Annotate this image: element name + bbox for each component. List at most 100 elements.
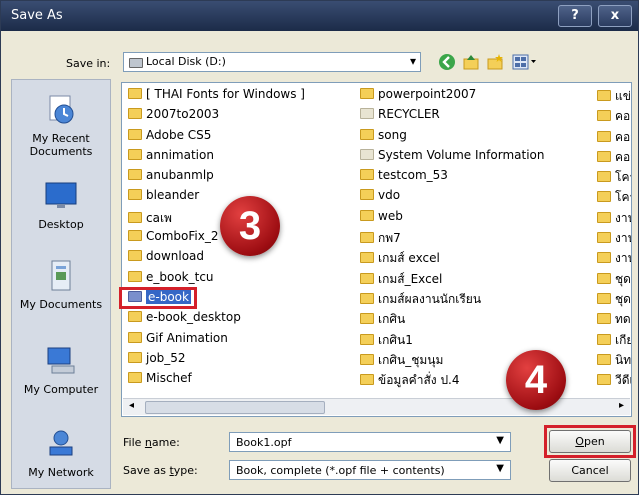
list-item[interactable]: กพ7 <box>360 229 544 249</box>
list-item-label: เกศิน <box>378 312 406 327</box>
list-item[interactable]: e-book <box>128 289 305 310</box>
list-item-label: เกศิน1 <box>378 332 413 347</box>
title-bar[interactable]: Save As ? x <box>1 1 638 31</box>
list-item-label: annimation <box>146 147 214 162</box>
folder-icon <box>360 313 374 325</box>
folder-icon <box>597 353 611 365</box>
list-item[interactable]: Mischef <box>128 371 305 391</box>
file-name-input[interactable]: Book1.opf ▼ <box>229 432 511 452</box>
list-item[interactable]: นิทา <box>597 351 632 371</box>
folder-icon <box>360 252 374 264</box>
file-name-label: File name: <box>123 436 180 449</box>
list-item[interactable]: เกศิน1 <box>360 331 544 351</box>
list-item[interactable]: คอม <box>597 128 631 148</box>
list-item[interactable]: annimation <box>128 148 305 168</box>
folder-icon <box>597 333 611 345</box>
save-in-dropdown[interactable]: Local Disk (D:) ▾ <box>123 52 421 72</box>
local-disk-icon <box>129 58 143 68</box>
dialog-title: Save As <box>11 8 63 23</box>
list-item[interactable]: งาน <box>597 249 631 269</box>
scrollbar-thumb[interactable] <box>145 401 325 414</box>
up-folder-icon[interactable] <box>462 53 480 71</box>
chevron-down-icon[interactable]: ▼ <box>496 435 504 446</box>
place-my-documents[interactable]: My Documents <box>12 260 110 311</box>
folder-icon <box>360 189 374 201</box>
list-item-label: RECYCLER <box>378 107 440 122</box>
list-item-label: ทดล <box>615 312 631 327</box>
list-item-label: 2007to2003 <box>146 107 220 122</box>
list-item[interactable]: powerpoint2007 <box>360 87 544 107</box>
list-item[interactable]: ชุดก <box>597 290 631 310</box>
folder-icon <box>360 209 374 221</box>
list-item[interactable]: เกีย <box>597 331 631 351</box>
views-menu-icon[interactable] <box>512 53 538 71</box>
list-item[interactable]: คอม <box>597 148 631 168</box>
list-item[interactable]: anubanmlp <box>128 168 305 188</box>
list-item[interactable]: System Volume Information <box>360 148 544 168</box>
folder-icon <box>128 351 142 363</box>
folder-icon <box>128 372 142 384</box>
list-item[interactable]: vdo <box>360 188 544 208</box>
folder-icon <box>128 108 142 120</box>
place-my-computer[interactable]: My Computer <box>12 345 110 396</box>
folder-icon <box>360 108 374 120</box>
list-item-label: anubanmlp <box>146 168 214 183</box>
folder-icon <box>597 130 611 142</box>
list-item[interactable]: e-book_desktop <box>128 310 305 330</box>
help-button[interactable]: ? <box>558 5 592 27</box>
list-item[interactable]: งาน <box>597 209 631 229</box>
place-my-network[interactable]: My Network <box>12 428 110 479</box>
list-item[interactable]: 2007to2003 <box>128 107 305 127</box>
list-item[interactable]: e_book_tcu <box>128 270 305 290</box>
list-item-label: System Volume Information <box>378 147 545 162</box>
list-item[interactable]: คอม <box>597 107 631 127</box>
folder-icon <box>128 128 142 140</box>
place-desktop[interactable]: Desktop <box>12 180 110 231</box>
my-computer-icon <box>47 347 75 374</box>
list-item[interactable]: Adobe CS5 <box>128 128 305 148</box>
list-item[interactable]: เกมส์_Excel <box>360 270 544 290</box>
list-item[interactable]: แข่ง <box>597 87 631 107</box>
list-item[interactable]: testcom_53 <box>360 168 544 188</box>
dropdown-arrow-icon[interactable]: ▾ <box>410 54 416 68</box>
list-item[interactable]: โครง <box>597 168 631 188</box>
place-recent-documents[interactable]: My Recent Documents <box>12 94 110 158</box>
list-item[interactable]: RECYCLER <box>360 107 544 127</box>
scroll-left-icon[interactable]: ◂ <box>129 400 134 411</box>
file-column-2: powerpoint2007 RECYCLER song System Volume … <box>360 87 544 391</box>
list-item-label: เกมส์ผลงานนักเรียน <box>378 291 482 306</box>
chevron-down-icon[interactable]: ▼ <box>496 463 504 474</box>
list-item-label: นิทา <box>615 352 632 367</box>
back-icon[interactable] <box>438 53 456 71</box>
close-button[interactable]: x <box>598 5 632 27</box>
list-item-label: กพ7 <box>378 231 401 246</box>
list-item[interactable]: เกมส์ผลงานนักเรียน <box>360 290 544 310</box>
list-item[interactable]: song <box>360 128 544 148</box>
list-item[interactable]: Gif Animation <box>128 331 305 351</box>
list-item[interactable]: เกศิน <box>360 310 544 330</box>
folder-icon <box>128 189 142 201</box>
cancel-button[interactable]: Cancel <box>549 459 631 482</box>
save-as-type-select[interactable]: Book, complete (*.opf file + contents) ▼ <box>229 460 511 480</box>
list-item[interactable]: web <box>360 209 544 229</box>
list-item[interactable]: job_52 <box>128 351 305 371</box>
list-item[interactable]: bleander <box>128 188 305 208</box>
list-item-label: vdo <box>378 188 401 203</box>
list-item-label: e-book <box>146 289 191 304</box>
folder-icon <box>597 110 611 122</box>
list-item-label: ชุดก <box>615 271 631 286</box>
list-item[interactable]: เกมส์ excel <box>360 249 544 269</box>
scroll-right-icon[interactable]: ▸ <box>619 400 624 411</box>
folder-icon <box>360 128 374 140</box>
list-item[interactable]: download <box>128 249 305 269</box>
list-item[interactable]: ชุดก <box>597 270 631 290</box>
list-item[interactable]: [ THAI Fonts for Windows ] <box>128 87 305 107</box>
folder-icon <box>360 292 374 304</box>
list-item[interactable]: วีดีเ <box>597 371 631 391</box>
list-item[interactable]: โครง <box>597 188 631 208</box>
list-item-label: job_52 <box>146 350 186 365</box>
list-item[interactable]: งาน <box>597 229 631 249</box>
open-button[interactable]: Open <box>549 430 631 453</box>
list-item[interactable]: ทดล <box>597 310 631 330</box>
new-folder-icon[interactable] <box>486 53 504 71</box>
